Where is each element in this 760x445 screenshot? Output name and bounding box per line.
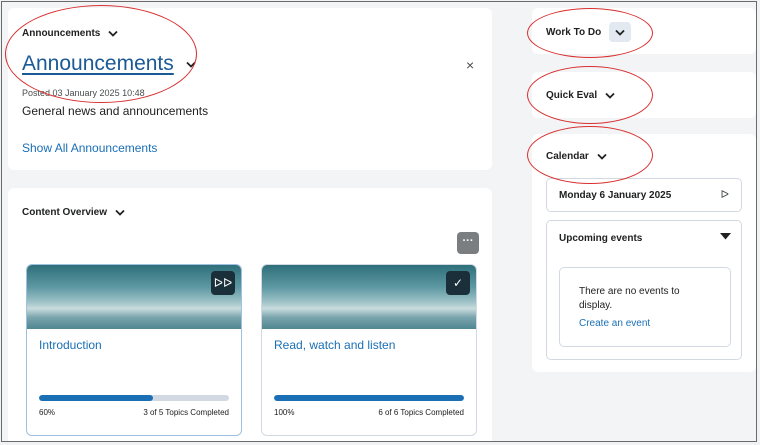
topics-completed: 3 of 5 Topics Completed <box>143 408 229 417</box>
create-event-link[interactable]: Create an event <box>579 318 650 329</box>
chevron-down-icon[interactable] <box>108 30 118 37</box>
work-to-do-widget: Work To Do <box>532 8 756 54</box>
quick-eval-header[interactable]: Quick Eval <box>546 90 615 101</box>
upcoming-events-panel: Upcoming events There are no events to d… <box>546 220 742 360</box>
announcements-widget: Announcements Announcements × Posted 03 … <box>8 8 492 170</box>
content-overview-widget: Content Overview ··· ᐅᐅ Introduction 60%… <box>8 188 492 441</box>
progress-bar <box>274 395 464 401</box>
announcement-title-link[interactable]: Announcements <box>22 52 174 76</box>
calendar-widget: Calendar Monday 6 January 2025 ᐅ Upcomin… <box>532 134 756 372</box>
course-banner-image <box>27 265 241 329</box>
upcoming-events-label: Upcoming events <box>559 233 643 244</box>
chevron-down-icon[interactable] <box>186 61 196 68</box>
show-all-announcements-link[interactable]: Show All Announcements <box>22 141 157 155</box>
announcement-posted-date: Posted 03 January 2025 10:48 <box>22 88 145 98</box>
course-title-link[interactable]: Read, watch and listen <box>274 338 395 352</box>
calendar-date: Monday 6 January 2025 <box>559 190 672 201</box>
announcement-body: General news and announcements <box>22 104 209 118</box>
content-overview-title: Content Overview <box>22 207 108 218</box>
close-icon[interactable]: × <box>466 57 474 73</box>
progress-percent: 60% <box>39 408 56 417</box>
progress-percent: 100% <box>274 408 295 417</box>
calendar-date-selector[interactable]: Monday 6 January 2025 ᐅ <box>546 178 742 212</box>
progress-fill <box>274 395 464 401</box>
fast-forward-icon: ᐅᐅ <box>211 271 235 295</box>
work-to-do-header[interactable]: Work To Do <box>546 22 632 42</box>
more-options-button[interactable]: ··· <box>457 232 479 254</box>
announcements-widget-title: Announcements <box>22 28 101 39</box>
no-events-message: There are no events to display. <box>579 286 680 311</box>
check-icon: ✓ <box>446 271 470 295</box>
course-card[interactable]: ᐅᐅ Introduction 60% 3 of 5 Topics Comple… <box>26 264 242 436</box>
course-banner-image <box>262 265 476 329</box>
work-to-do-title: Work To Do <box>546 26 602 38</box>
announcement-item-title[interactable]: Announcements <box>22 52 196 76</box>
homepage-frame: Announcements Announcements × Posted 03 … <box>1 1 757 442</box>
collapse-triangle-icon[interactable] <box>720 232 731 243</box>
course-title-link[interactable]: Introduction <box>39 338 102 352</box>
calendar-title: Calendar <box>546 151 589 162</box>
progress-fill <box>39 395 153 401</box>
chevron-down-icon[interactable] <box>115 209 125 216</box>
content-overview-header[interactable]: Content Overview <box>22 207 125 218</box>
progress-bar <box>39 395 229 401</box>
chevron-down-icon[interactable] <box>605 92 615 99</box>
chevron-down-icon[interactable] <box>609 22 632 42</box>
quick-eval-title: Quick Eval <box>546 90 598 101</box>
quick-eval-widget: Quick Eval <box>532 72 756 118</box>
next-day-icon[interactable]: ᐅ <box>721 188 729 201</box>
calendar-header[interactable]: Calendar <box>546 151 607 162</box>
announcements-widget-header[interactable]: Announcements <box>22 28 118 39</box>
chevron-down-icon[interactable] <box>597 153 607 160</box>
no-events-box: There are no events to display. Create a… <box>559 267 731 347</box>
course-card[interactable]: ✓ Read, watch and listen 100% 6 of 6 Top… <box>261 264 477 436</box>
topics-completed: 6 of 6 Topics Completed <box>378 408 464 417</box>
